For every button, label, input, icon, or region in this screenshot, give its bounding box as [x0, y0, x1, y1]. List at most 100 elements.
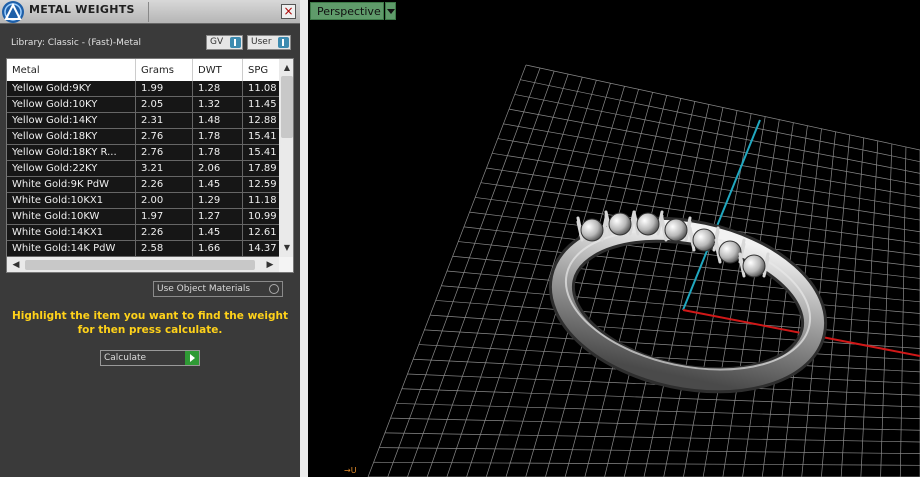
table-row[interactable]: Yellow Gold:14KY 2.31 1.48 12.88 [7, 113, 279, 129]
viewport-scene[interactable] [308, 0, 920, 477]
horizontal-scroll-thumb[interactable] [25, 260, 255, 270]
table-header: Metal Grams DWT SPG [7, 59, 279, 81]
view-mode-button[interactable]: Perspective [310, 2, 384, 20]
table-row[interactable]: White Gold:10KX1 2.00 1.29 11.18 [7, 193, 279, 209]
cell-spg: 11.18 [248, 195, 277, 206]
use-object-materials-toggle[interactable]: Use Object Materials [153, 281, 283, 297]
table-row[interactable]: Yellow Gold:9KY 1.99 1.28 11.08 [7, 81, 279, 97]
table-row[interactable]: Yellow Gold:18KY R... 2.76 1.78 15.41 [7, 145, 279, 161]
cell-metal: Yellow Gold:18KY R... [7, 145, 136, 161]
close-button[interactable]: × [281, 4, 296, 19]
cell-metal: White Gold:10KW [7, 209, 136, 225]
table-row[interactable]: Yellow Gold:10KY 2.05 1.32 11.45 [7, 97, 279, 113]
user-select[interactable]: User [247, 35, 291, 50]
cell-grams: 2.76 [136, 145, 193, 161]
calculate-button[interactable]: Calculate [100, 350, 200, 366]
ground-grid [367, 64, 920, 477]
cell-spg: 11.08 [248, 83, 277, 94]
cell-grams: 2.00 [136, 193, 193, 209]
column-header-grams[interactable]: Grams [136, 59, 193, 81]
cell-grams: 1.97 [136, 209, 193, 225]
cell-spg: 12.59 [248, 179, 277, 190]
cell-spg: 17.89 [248, 163, 277, 174]
cell-metal: White Gold:9K PdW [7, 177, 136, 193]
dropdown-arrow-icon [230, 37, 241, 48]
cell-grams: 3.21 [136, 161, 193, 177]
view-mode-dropdown-icon[interactable] [385, 2, 396, 20]
cell-dwt: 1.32 [193, 97, 243, 113]
perspective-viewport[interactable]: Perspective →U [308, 0, 920, 477]
play-icon [185, 351, 199, 365]
panel-title: METAL WEIGHTS [29, 3, 135, 16]
scrollbar-corner [279, 257, 293, 272]
library-label: Library: Classic - (Fast)-Metal [11, 38, 142, 48]
cell-dwt: 1.28 [193, 81, 243, 97]
vertical-scrollbar[interactable]: ▲ ▼ [279, 59, 293, 257]
cell-grams: 2.31 [136, 113, 193, 129]
cell-metal: White Gold:14K PdW [7, 241, 136, 257]
cell-spg: 12.88 [248, 115, 277, 126]
table-row[interactable]: White Gold:14KX1 2.26 1.45 12.61 [7, 225, 279, 241]
axis-indicator: →U [344, 466, 357, 475]
user-select-value: User [251, 37, 272, 47]
cell-spg: 15.41 [248, 147, 277, 158]
title-separator [148, 2, 149, 22]
metal-weights-panel: METAL WEIGHTS × Library: Classic - (Fast… [0, 0, 300, 477]
scroll-up-icon[interactable]: ▲ [279, 61, 293, 75]
app-logo-icon [2, 1, 24, 23]
table-row[interactable]: White Gold:14K PdW 2.58 1.66 14.37 [7, 241, 279, 257]
cell-dwt: 1.48 [193, 113, 243, 129]
column-header-metal[interactable]: Metal [7, 59, 136, 81]
cell-dwt: 2.06 [193, 161, 243, 177]
cell-metal: Yellow Gold:9KY [7, 81, 136, 97]
table-row[interactable]: Yellow Gold:18KY 2.76 1.78 15.41 [7, 129, 279, 145]
cell-grams: 2.26 [136, 177, 193, 193]
cell-metal: White Gold:14KX1 [7, 225, 136, 241]
table-row[interactable]: Yellow Gold:22KY 3.21 2.06 17.89 [7, 161, 279, 177]
cell-dwt: 1.66 [193, 241, 243, 257]
cell-spg: 10.99 [248, 211, 277, 222]
cell-spg: 11.45 [248, 99, 277, 110]
use-object-materials-label: Use Object Materials [157, 284, 251, 294]
toggle-circle-icon [269, 284, 279, 294]
gv-select[interactable]: GV [206, 35, 243, 50]
cell-grams: 2.26 [136, 225, 193, 241]
cell-metal: Yellow Gold:22KY [7, 161, 136, 177]
cell-dwt: 1.29 [193, 193, 243, 209]
calculate-label: Calculate [104, 353, 147, 363]
table-row[interactable]: White Gold:10KW 1.97 1.27 10.99 [7, 209, 279, 225]
cell-spg: 15.41 [248, 131, 277, 142]
table-row[interactable]: White Gold:9K PdW 2.26 1.45 12.59 [7, 177, 279, 193]
panel-titlebar[interactable]: METAL WEIGHTS × [0, 0, 300, 24]
cell-grams: 2.76 [136, 129, 193, 145]
panel-splitter[interactable] [300, 0, 308, 477]
cell-dwt: 1.78 [193, 129, 243, 145]
cell-grams: 2.58 [136, 241, 193, 257]
horizontal-scrollbar[interactable]: ◀ ▶ [7, 257, 279, 272]
cell-dwt: 1.27 [193, 209, 243, 225]
cell-metal: Yellow Gold:14KY [7, 113, 136, 129]
cell-spg: 12.61 [248, 227, 277, 238]
metal-table: Metal Grams DWT SPG Yellow Gold:9KY 1.99 1… [6, 58, 294, 273]
scroll-right-icon[interactable]: ▶ [263, 257, 277, 272]
cell-grams: 1.99 [136, 81, 193, 97]
cell-dwt: 1.45 [193, 177, 243, 193]
cell-grams: 2.05 [136, 97, 193, 113]
cell-metal: Yellow Gold:10KY [7, 97, 136, 113]
cell-metal: Yellow Gold:18KY [7, 129, 136, 145]
app-window: METAL WEIGHTS × Library: Classic - (Fast… [0, 0, 920, 477]
cell-spg: 14.37 [248, 243, 277, 254]
scroll-down-icon[interactable]: ▼ [279, 241, 293, 255]
dropdown-arrow-icon [278, 37, 289, 48]
gv-select-value: GV [210, 37, 224, 47]
column-header-spg[interactable]: SPG [243, 59, 279, 81]
ring-model[interactable] [548, 208, 828, 402]
cell-dwt: 1.78 [193, 145, 243, 161]
column-header-dwt[interactable]: DWT [193, 59, 243, 81]
vertical-scroll-thumb[interactable] [281, 76, 293, 138]
cell-dwt: 1.45 [193, 225, 243, 241]
table-body: Yellow Gold:9KY 1.99 1.28 11.08 Yellow Gold… [7, 81, 279, 257]
instruction-text: Highlight the item you want to find the … [12, 310, 288, 336]
cell-metal: White Gold:10KX1 [7, 193, 136, 209]
scroll-left-icon[interactable]: ◀ [9, 257, 23, 272]
